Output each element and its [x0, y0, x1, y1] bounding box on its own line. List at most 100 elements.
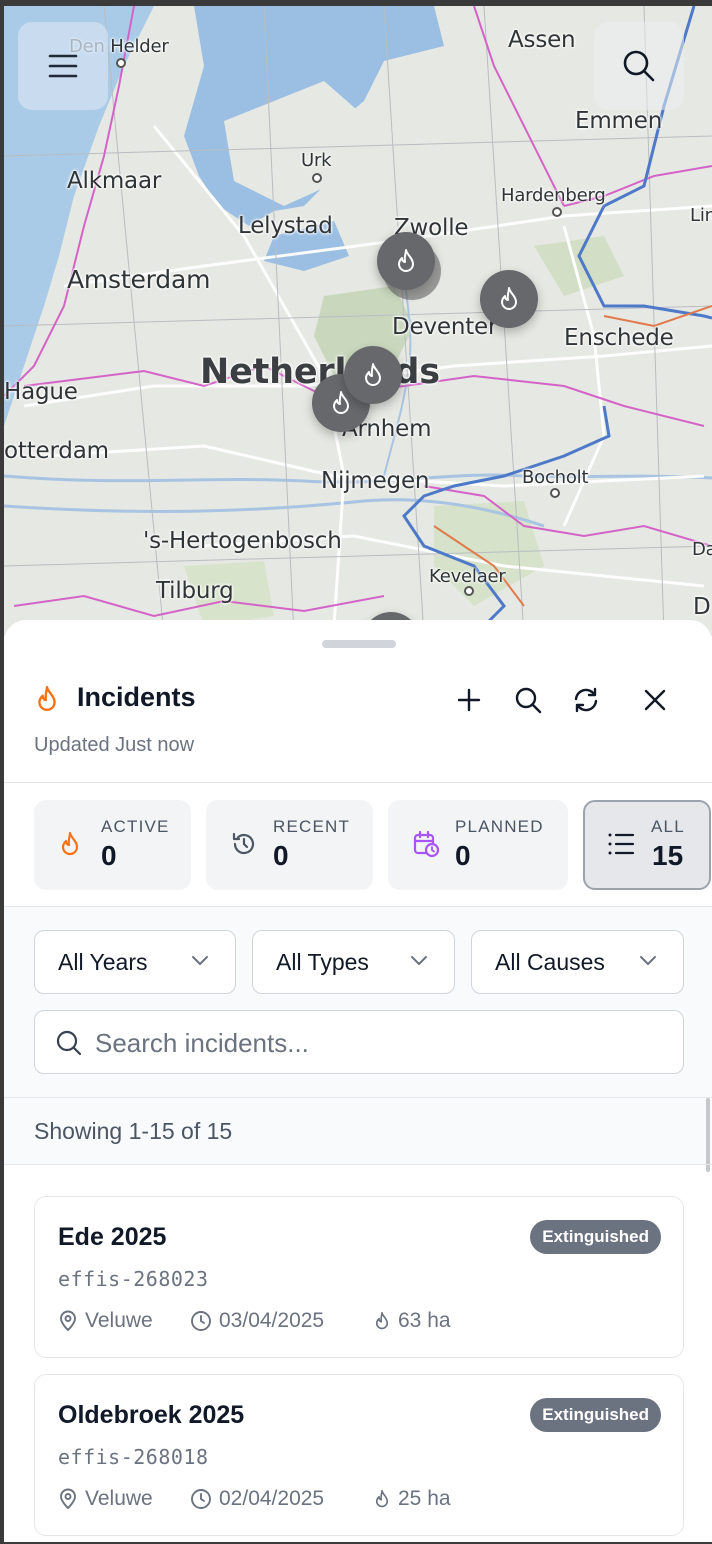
cause-filter-value: All Causes: [495, 949, 605, 975]
map-label-hague: Hague: [4, 379, 78, 405]
incident-region-text: Veluwe: [85, 1487, 153, 1510]
clock-icon: [191, 1311, 211, 1331]
stat-value: 0: [455, 840, 471, 871]
panel-drag-handle[interactable]: [322, 640, 396, 648]
incident-card[interactable]: Oldebroek 2025 Extinguished effis-268018…: [34, 1374, 684, 1536]
incident-date: 03/04/2025: [190, 1309, 324, 1333]
town-dot: [464, 586, 474, 596]
incident-area: 25 ha: [373, 1487, 451, 1511]
flame-icon: [501, 287, 517, 310]
stat-value: 15: [652, 840, 684, 871]
type-filter-select[interactable]: All Types: [252, 930, 455, 994]
year-filter-value: All Years: [58, 949, 148, 975]
map-label-rotterdam: otterdam: [4, 438, 109, 464]
results-count: Showing 1-15 of 15: [34, 1118, 233, 1144]
close-icon: [644, 689, 666, 711]
flame-icon: [333, 391, 349, 414]
map-label-da: Da: [692, 539, 712, 560]
search-input[interactable]: [95, 1023, 665, 1063]
town-dot: [550, 488, 560, 498]
incident-region-text: Veluwe: [85, 1309, 153, 1332]
incident-region: Veluwe: [58, 1487, 153, 1511]
cause-filter-select[interactable]: All Causes: [471, 930, 684, 994]
incident-date-text: 02/04/2025: [219, 1487, 325, 1510]
search-icon: [623, 50, 655, 82]
incident-search-box[interactable]: [34, 1010, 684, 1074]
menu-button[interactable]: [18, 22, 108, 110]
flame-icon: [375, 1311, 389, 1330]
stat-active[interactable]: ACTIVE 0: [34, 800, 191, 890]
incident-region: Veluwe: [58, 1309, 153, 1333]
panel-title: Incidents: [77, 682, 196, 712]
incident-id: effis-268023: [58, 1267, 209, 1291]
map-label-hardenberg: Hardenberg: [501, 185, 606, 206]
stat-label: ACTIVE: [101, 817, 170, 836]
incident-date: 02/04/2025: [190, 1487, 324, 1511]
add-incident-button[interactable]: [447, 678, 491, 722]
plus-icon: [457, 688, 481, 712]
map-label-kevelaer: Kevelaer: [429, 566, 506, 587]
updated-status: Updated Just now: [34, 734, 195, 756]
type-filter-value: All Types: [276, 949, 369, 975]
map-label-assen: Assen: [508, 27, 576, 53]
incident-date-text: 03/04/2025: [219, 1309, 325, 1332]
refresh-button[interactable]: [564, 678, 608, 722]
town-dot: [552, 207, 562, 217]
clock-icon: [191, 1489, 211, 1509]
stat-recent[interactable]: RECENT 0: [206, 800, 373, 890]
stat-value: 0: [101, 840, 117, 871]
stat-value: 0: [273, 840, 289, 871]
flame-icon: [58, 830, 82, 863]
map-pin-icon: [60, 1488, 76, 1510]
incident-title: Oldebroek 2025: [58, 1401, 245, 1429]
incident-area: 63 ha: [373, 1309, 451, 1333]
chevron-down-icon: [640, 956, 656, 965]
incident-marker[interactable]: [344, 346, 402, 404]
map-label-tilburg: Tilburg: [156, 578, 234, 604]
map-search-button[interactable]: [594, 22, 684, 110]
calendar-clock-icon: [412, 830, 440, 863]
map-label-nijmegen: Nijmegen: [321, 468, 430, 494]
stat-label: PLANNED: [455, 817, 544, 836]
chevron-down-icon: [411, 956, 427, 965]
close-panel-button[interactable]: [633, 678, 677, 722]
scrollbar-thumb[interactable]: [706, 1098, 710, 1172]
map-label-lelystad: Lelystad: [238, 213, 333, 239]
stat-label: RECENT: [273, 817, 351, 836]
divider: [4, 782, 712, 783]
stat-planned[interactable]: PLANNED 0: [388, 800, 568, 890]
incident-marker[interactable]: [377, 232, 435, 290]
incident-marker[interactable]: [480, 270, 538, 328]
status-badge: Extinguished: [530, 1398, 661, 1432]
map-label-d: D: [693, 594, 711, 620]
stat-all[interactable]: ALL 15: [583, 800, 711, 890]
year-filter-select[interactable]: All Years: [34, 930, 236, 994]
map-label-urk: Urk: [301, 150, 332, 171]
app-frame: Den Helder Assen Emmen Alkmaar Urk Harde…: [4, 6, 712, 1542]
map-view[interactable]: Den Helder Assen Emmen Alkmaar Urk Harde…: [4, 6, 712, 636]
refresh-icon: [574, 687, 598, 713]
list-icon: [607, 831, 635, 862]
incident-id: effis-268018: [58, 1445, 209, 1469]
divider: [4, 1164, 712, 1165]
history-icon: [230, 830, 258, 863]
map-label-lin: Lin: [690, 205, 712, 226]
stat-label: ALL: [651, 817, 685, 836]
town-dot: [312, 173, 322, 183]
incident-area-text: 63 ha: [398, 1309, 451, 1332]
incident-title: Ede 2025: [58, 1223, 167, 1251]
incidents-panel: Incidents Updated Just now ACTIVE 0 RECE…: [4, 620, 712, 1542]
flame-icon: [398, 249, 414, 272]
map-label-den-bosch: 's-Hertogenbosch: [143, 528, 342, 554]
incident-area-text: 25 ha: [398, 1487, 451, 1510]
flame-icon: [365, 363, 381, 386]
map-label-amsterdam: Amsterdam: [67, 265, 211, 294]
map-label-bocholt: Bocholt: [522, 467, 589, 488]
town-dot: [116, 58, 126, 68]
incident-card[interactable]: Ede 2025 Extinguished effis-268023 Veluw…: [34, 1196, 684, 1358]
search-icon: [515, 687, 542, 714]
search-incidents-button[interactable]: [506, 678, 550, 722]
map-label-deventer: Deventer: [392, 314, 498, 340]
map-label-emmen: Emmen: [575, 108, 663, 134]
map-label-enschede: Enschede: [564, 325, 674, 351]
